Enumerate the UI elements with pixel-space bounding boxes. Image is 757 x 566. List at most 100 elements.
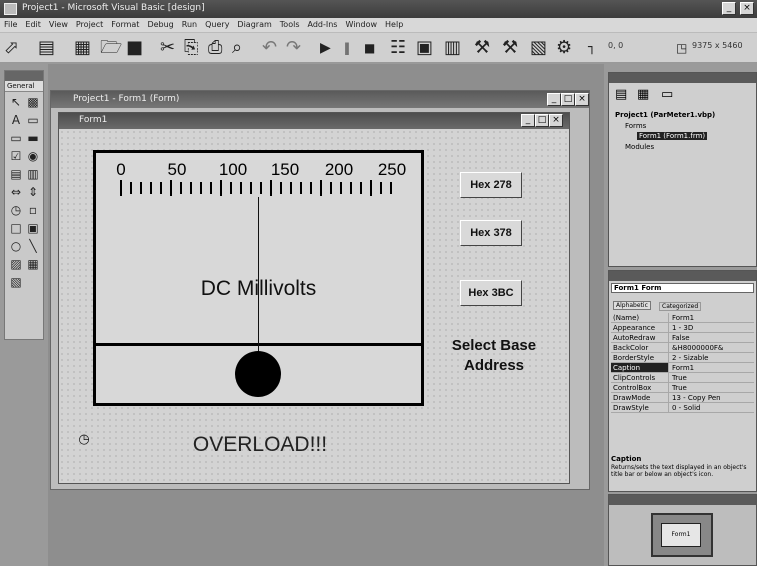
timer-control-icon[interactable]: ◷: [76, 432, 92, 448]
pointer-tool-icon[interactable]: ↖: [9, 95, 23, 109]
find-icon[interactable]: ⌕: [232, 37, 242, 59]
line-tool-icon[interactable]: ╲: [26, 239, 40, 253]
select-base-address-label[interactable]: Select Base Address: [432, 336, 556, 376]
form-layout-form1[interactable]: Form1: [661, 523, 701, 547]
project-tree-modules[interactable]: Modules: [625, 143, 654, 151]
property-row[interactable]: DrawStyle 0 - Solid: [611, 403, 754, 413]
view-code-icon[interactable]: ▤: [615, 87, 627, 102]
project-tree-root[interactable]: Project1 (ParMeter1.vbp): [615, 111, 715, 119]
dirlistbox-tool-icon[interactable]: □: [9, 221, 23, 235]
listbox-tool-icon[interactable]: ▥: [26, 167, 40, 181]
form-minimize-button[interactable]: _: [521, 114, 535, 127]
form-maximize-button[interactable]: □: [535, 114, 549, 127]
menu-tools[interactable]: Tools: [276, 18, 304, 31]
property-row[interactable]: Caption Form1: [611, 363, 754, 373]
image-tool-icon[interactable]: ▨: [9, 257, 23, 271]
object-browser-icon[interactable]: ⚒: [474, 37, 490, 59]
toolbox-icon[interactable]: ⚒: [502, 37, 518, 59]
menu-help[interactable]: Help: [381, 18, 407, 31]
project-explorer-icon[interactable]: ☷: [390, 37, 406, 59]
property-value[interactable]: False: [669, 333, 754, 342]
data-tool-icon[interactable]: ▦: [26, 257, 40, 271]
form-layout-icon[interactable]: ▥: [444, 37, 461, 59]
property-value[interactable]: Form1: [669, 313, 754, 322]
property-row[interactable]: BorderStyle 2 - Sizable: [611, 353, 754, 363]
project-tree-forms[interactable]: Forms: [625, 122, 646, 130]
copy-icon[interactable]: ⎘: [184, 37, 198, 59]
property-value[interactable]: Form1: [669, 363, 754, 372]
commandbutton-tool-icon[interactable]: ▬: [26, 131, 40, 145]
hscrollbar-tool-icon[interactable]: ⇔: [9, 185, 23, 199]
property-value[interactable]: True: [669, 373, 754, 382]
meter-pivot-shape[interactable]: [235, 351, 281, 397]
redo-icon[interactable]: ↷: [286, 37, 301, 59]
menu-add-ins[interactable]: Add-Ins: [304, 18, 342, 31]
menu-format[interactable]: Format: [107, 18, 143, 31]
form-close-button[interactable]: ×: [549, 114, 563, 127]
textbox-tool-icon[interactable]: ▭: [26, 113, 40, 127]
component-manager-icon[interactable]: ⚙: [556, 37, 572, 59]
hex-278-button[interactable]: Hex 278: [460, 172, 522, 198]
shape-tool-icon[interactable]: ○: [9, 239, 23, 253]
property-row[interactable]: AutoRedraw False: [611, 333, 754, 343]
property-row[interactable]: Appearance 1 - 3D: [611, 323, 754, 333]
property-row[interactable]: DrawMode 13 - Copy Pen: [611, 393, 754, 403]
project-tree-form1[interactable]: Form1 (Form1.frm): [637, 132, 708, 140]
menu-debug[interactable]: Debug: [143, 18, 177, 31]
cut-icon[interactable]: ✂: [160, 37, 175, 59]
property-row[interactable]: ClipControls True: [611, 373, 754, 383]
property-value[interactable]: True: [669, 383, 754, 392]
property-value[interactable]: 0 - Solid: [669, 403, 754, 412]
picturebox-tool-icon[interactable]: ▩: [26, 95, 40, 109]
property-value[interactable]: 13 - Copy Pen: [669, 393, 754, 402]
menu-query[interactable]: Query: [201, 18, 233, 31]
object-dropdown[interactable]: Form1 Form: [611, 283, 754, 293]
optionbutton-tool-icon[interactable]: ◉: [26, 149, 40, 163]
ole-tool-icon[interactable]: ▧: [9, 275, 23, 289]
toolbox-tab-general[interactable]: General: [5, 81, 43, 92]
hex-3bc-button[interactable]: Hex 3BC: [460, 280, 522, 306]
filelistbox-tool-icon[interactable]: ▣: [26, 221, 40, 235]
data-view-icon[interactable]: ▧: [530, 37, 547, 59]
menu-file[interactable]: File: [0, 18, 21, 31]
property-row[interactable]: BackColor &H8000000F&: [611, 343, 754, 353]
project-window-maximize-button[interactable]: □: [561, 93, 575, 106]
tab-categorized[interactable]: Categorized: [659, 302, 702, 311]
hex-378-button[interactable]: Hex 378: [460, 220, 522, 246]
break-icon[interactable]: ‖: [344, 37, 350, 59]
menu-project[interactable]: Project: [72, 18, 107, 31]
overload-label[interactable]: OVERLOAD!!!: [150, 433, 370, 457]
stop-icon[interactable]: ■: [364, 37, 375, 59]
menu-edit[interactable]: Edit: [21, 18, 45, 31]
timer-tool-icon[interactable]: ◷: [9, 203, 23, 217]
project-window-minimize-button[interactable]: _: [547, 93, 561, 106]
project-window-close-button[interactable]: ×: [575, 93, 589, 106]
meter-units-label[interactable]: DC Millivolts: [93, 277, 424, 301]
property-value[interactable]: 1 - 3D: [669, 323, 754, 332]
view-object-icon[interactable]: ▦: [637, 87, 649, 102]
menu-diagram[interactable]: Diagram: [233, 18, 275, 31]
save-icon[interactable]: ■: [126, 37, 143, 59]
paste-icon[interactable]: ⎙: [208, 37, 222, 59]
menu-window[interactable]: Window: [341, 18, 381, 31]
add-form-icon[interactable]: ▤: [38, 37, 55, 59]
frame-tool-icon[interactable]: ▭: [9, 131, 23, 145]
close-button[interactable]: ×: [740, 2, 754, 15]
property-row[interactable]: ControlBox True: [611, 383, 754, 393]
label-tool-icon[interactable]: A: [9, 113, 23, 127]
property-value[interactable]: 2 - Sizable: [669, 353, 754, 362]
vscrollbar-tool-icon[interactable]: ⇕: [26, 185, 40, 199]
open-icon[interactable]: 🗁: [100, 37, 122, 59]
property-row[interactable]: (Name) Form1: [611, 313, 754, 323]
properties-window-icon[interactable]: ▣: [416, 37, 433, 59]
minimize-button[interactable]: _: [722, 2, 736, 15]
menu-view[interactable]: View: [45, 18, 72, 31]
property-value[interactable]: &H8000000F&: [669, 343, 754, 352]
combobox-tool-icon[interactable]: ▤: [9, 167, 23, 181]
menu-editor-icon[interactable]: ▦: [74, 37, 91, 59]
menu-run[interactable]: Run: [178, 18, 201, 31]
drivelistbox-tool-icon[interactable]: ▫: [26, 203, 40, 217]
checkbox-tool-icon[interactable]: ☑: [9, 149, 23, 163]
run-icon[interactable]: ▶: [320, 37, 331, 59]
toggle-folders-icon[interactable]: ▭: [661, 87, 673, 102]
